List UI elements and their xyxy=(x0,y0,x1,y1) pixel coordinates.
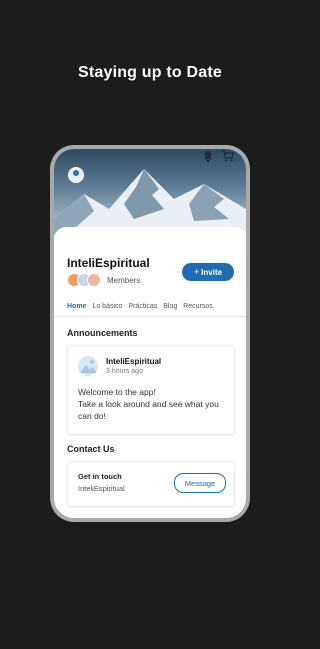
post-body: Welcome to the app! Take a look around a… xyxy=(78,386,228,422)
invite-button[interactable]: + Invite xyxy=(182,263,234,281)
bell-icon[interactable] xyxy=(201,149,215,163)
tab-home[interactable]: Home xyxy=(67,303,86,310)
contact-card-subtitle: InteliEspiritual xyxy=(78,484,125,493)
profile-avatar-icon[interactable] xyxy=(68,167,84,183)
announcements-heading: Announcements xyxy=(67,328,138,338)
tab-lo-basico[interactable]: Lo básico xyxy=(92,303,122,310)
app-screen: InteliEspiritual Members + Invite Home L… xyxy=(54,149,246,518)
contact-heading: Contact Us xyxy=(67,444,115,454)
contact-card-title: Get in touch xyxy=(78,472,122,481)
post-line-2: Take a look around and see what you can … xyxy=(78,399,219,421)
announcement-post[interactable]: InteliEspiritual 3 hours ago Welcome to … xyxy=(67,345,235,435)
cart-icon[interactable] xyxy=(221,149,235,163)
members-row[interactable]: Members xyxy=(67,273,140,287)
group-name: InteliEspiritual xyxy=(67,256,150,270)
message-button[interactable]: Message xyxy=(174,473,226,493)
tab-practicas[interactable]: Prácticas xyxy=(128,303,157,310)
member-avatar xyxy=(87,273,101,287)
tab-bar: Home Lo básico Prácticas Blog Recursos xyxy=(54,297,246,317)
image-placeholder-icon xyxy=(78,356,98,376)
phone-frame: InteliEspiritual Members + Invite Home L… xyxy=(50,145,250,522)
group-card: InteliEspiritual Members + Invite Home L… xyxy=(54,227,246,518)
post-author: InteliEspiritual xyxy=(106,357,162,366)
post-author-avatar xyxy=(78,356,98,376)
plus-icon: + xyxy=(193,267,200,277)
invite-label: Invite xyxy=(201,267,223,277)
post-line-1: Welcome to the app! xyxy=(78,387,156,397)
contact-card: Get in touch InteliEspiritual Message xyxy=(67,461,235,507)
post-timestamp: 3 hours ago xyxy=(106,368,143,375)
members-label: Members xyxy=(107,275,141,285)
tab-recursos[interactable]: Recursos xyxy=(183,303,213,310)
promo-headline: Staying up to Date xyxy=(77,64,223,81)
tab-blog[interactable]: Blog xyxy=(163,303,177,310)
